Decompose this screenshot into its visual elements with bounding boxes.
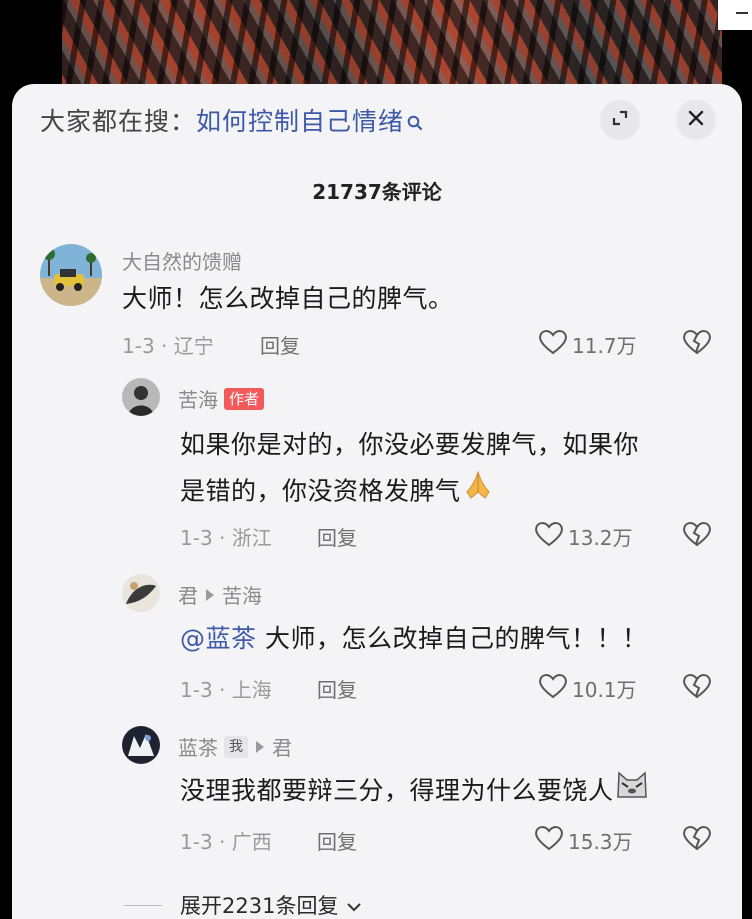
like-button[interactable]: 11.7万 (538, 328, 637, 361)
reply-to-username[interactable]: 苦海 (222, 580, 262, 609)
comment-meta: 1-3 · 上海 (180, 678, 272, 702)
heart-icon (534, 824, 568, 857)
comment-meta: 1-3 · 辽宁 (122, 334, 214, 358)
username-text[interactable]: 君 (178, 580, 198, 609)
dislike-button[interactable] (682, 672, 712, 704)
search-suggestion[interactable]: 大家都在搜： 如何控制自己情绪 (40, 102, 423, 138)
dislike-button[interactable] (682, 328, 712, 360)
comment-item: 大自然的馈赠 大师！怎么改掉自己的脾气。 1-3 · 辽宁 回复 11.7万 (12, 242, 742, 372)
comment-sheet: 大家都在搜： 如何控制自己情绪 21737条评论 大自然的馈赠 大师！怎么改掉自… (12, 84, 742, 919)
comment-text-line-2: 是错的，你没资格发脾气 (180, 468, 720, 517)
reply-button[interactable]: 回复 (260, 330, 300, 359)
reply-arrow-icon (206, 588, 214, 601)
avatar[interactable] (122, 378, 160, 416)
dislike-button[interactable] (682, 824, 712, 856)
comment-meta: 1-3 · 广西 (180, 830, 272, 854)
comment-username[interactable]: 苦海 作者 (178, 384, 265, 413)
broken-heart-icon (682, 522, 712, 552)
like-button[interactable]: 10.1万 (538, 672, 637, 705)
search-prefix: 大家都在搜： (40, 107, 197, 136)
close-icon (687, 109, 705, 131)
comment-text-line-2-text: 是错的，你没资格发脾气 (180, 476, 461, 506)
search-icon (407, 108, 423, 131)
comment-username[interactable]: 君 苦海 (178, 580, 262, 609)
dislike-button[interactable] (682, 520, 712, 552)
broken-heart-icon (682, 674, 712, 704)
me-badge: 我 (224, 735, 248, 758)
expand-replies-button[interactable]: 展开2231条回复 (124, 890, 362, 919)
like-count: 15.3万 (568, 830, 633, 854)
username-text[interactable]: 苦海 (178, 384, 218, 413)
avatar[interactable] (122, 726, 160, 764)
comment-text: 大师！怎么改掉自己的脾气。 (122, 284, 454, 313)
comment-username[interactable]: 蓝茶 我 君 (178, 732, 292, 761)
username-text[interactable]: 蓝茶 (178, 732, 218, 761)
like-button[interactable]: 13.2万 (534, 520, 633, 553)
reply-button[interactable]: 回复 (317, 826, 357, 855)
cat-emoji-icon (614, 769, 650, 816)
comment-text-body: 大师，怎么改掉自己的脾气！！！ (256, 624, 648, 653)
author-badge: 作者 (224, 387, 265, 410)
heart-icon (538, 328, 572, 361)
avatar[interactable] (40, 244, 102, 306)
chevron-down-icon (346, 893, 362, 917)
comment-text: @蓝茶 大师，怎么改掉自己的脾气！！！ (180, 616, 647, 662)
reply-item: 君 苦海 @蓝茶 大师，怎么改掉自己的脾气！！！ 1-3 · 上海 回复 10.… (12, 572, 742, 712)
comment-meta: 1-3 · 浙江 (180, 526, 272, 550)
reply-to-username[interactable]: 君 (272, 732, 292, 761)
expand-icon (611, 109, 629, 131)
expand-replies-label: 展开2231条回复 (180, 894, 339, 918)
comment-text: 没理我都要辩三分，得理为什么要饶人 (180, 768, 650, 816)
like-count: 10.1万 (572, 678, 637, 702)
reply-item: 蓝茶 我 君 没理我都要辩三分，得理为什么要饶人 1-3 · 广西 回复 15.… (12, 724, 742, 864)
like-count: 13.2万 (568, 526, 633, 550)
comment-text-line-1: 如果你是对的，你没必要发脾气，如果你 (180, 430, 640, 459)
mention-link[interactable]: @蓝茶 (180, 624, 257, 653)
reply-button[interactable]: 回复 (317, 522, 357, 551)
broken-heart-icon (682, 826, 712, 856)
video-background (62, 0, 722, 90)
like-count: 11.7万 (572, 334, 637, 358)
heart-icon (534, 520, 568, 553)
expand-button[interactable] (600, 100, 640, 140)
corner-overlay (718, 0, 752, 30)
comment-username[interactable]: 大自然的馈赠 (122, 246, 242, 275)
pray-emoji-icon (461, 468, 495, 517)
close-button[interactable] (676, 100, 716, 140)
reply-arrow-icon (256, 740, 264, 753)
broken-heart-icon (682, 330, 712, 360)
search-query-link[interactable]: 如何控制自己情绪 (196, 102, 404, 138)
like-button[interactable]: 15.3万 (534, 824, 633, 857)
heart-icon (538, 672, 572, 705)
avatar[interactable] (122, 574, 160, 612)
comment-text-body: 没理我都要辩三分，得理为什么要饶人 (180, 776, 614, 805)
reply-item: 苦海 作者 如果你是对的，你没必要发脾气，如果你 是错的，你没资格发脾气 1-3… (12, 376, 742, 566)
comment-text: 如果你是对的，你没必要发脾气，如果你 是错的，你没资格发脾气 (180, 422, 720, 517)
reply-button[interactable]: 回复 (317, 674, 357, 703)
comment-count: 21737条评论 (312, 180, 442, 204)
divider-line (124, 904, 162, 906)
